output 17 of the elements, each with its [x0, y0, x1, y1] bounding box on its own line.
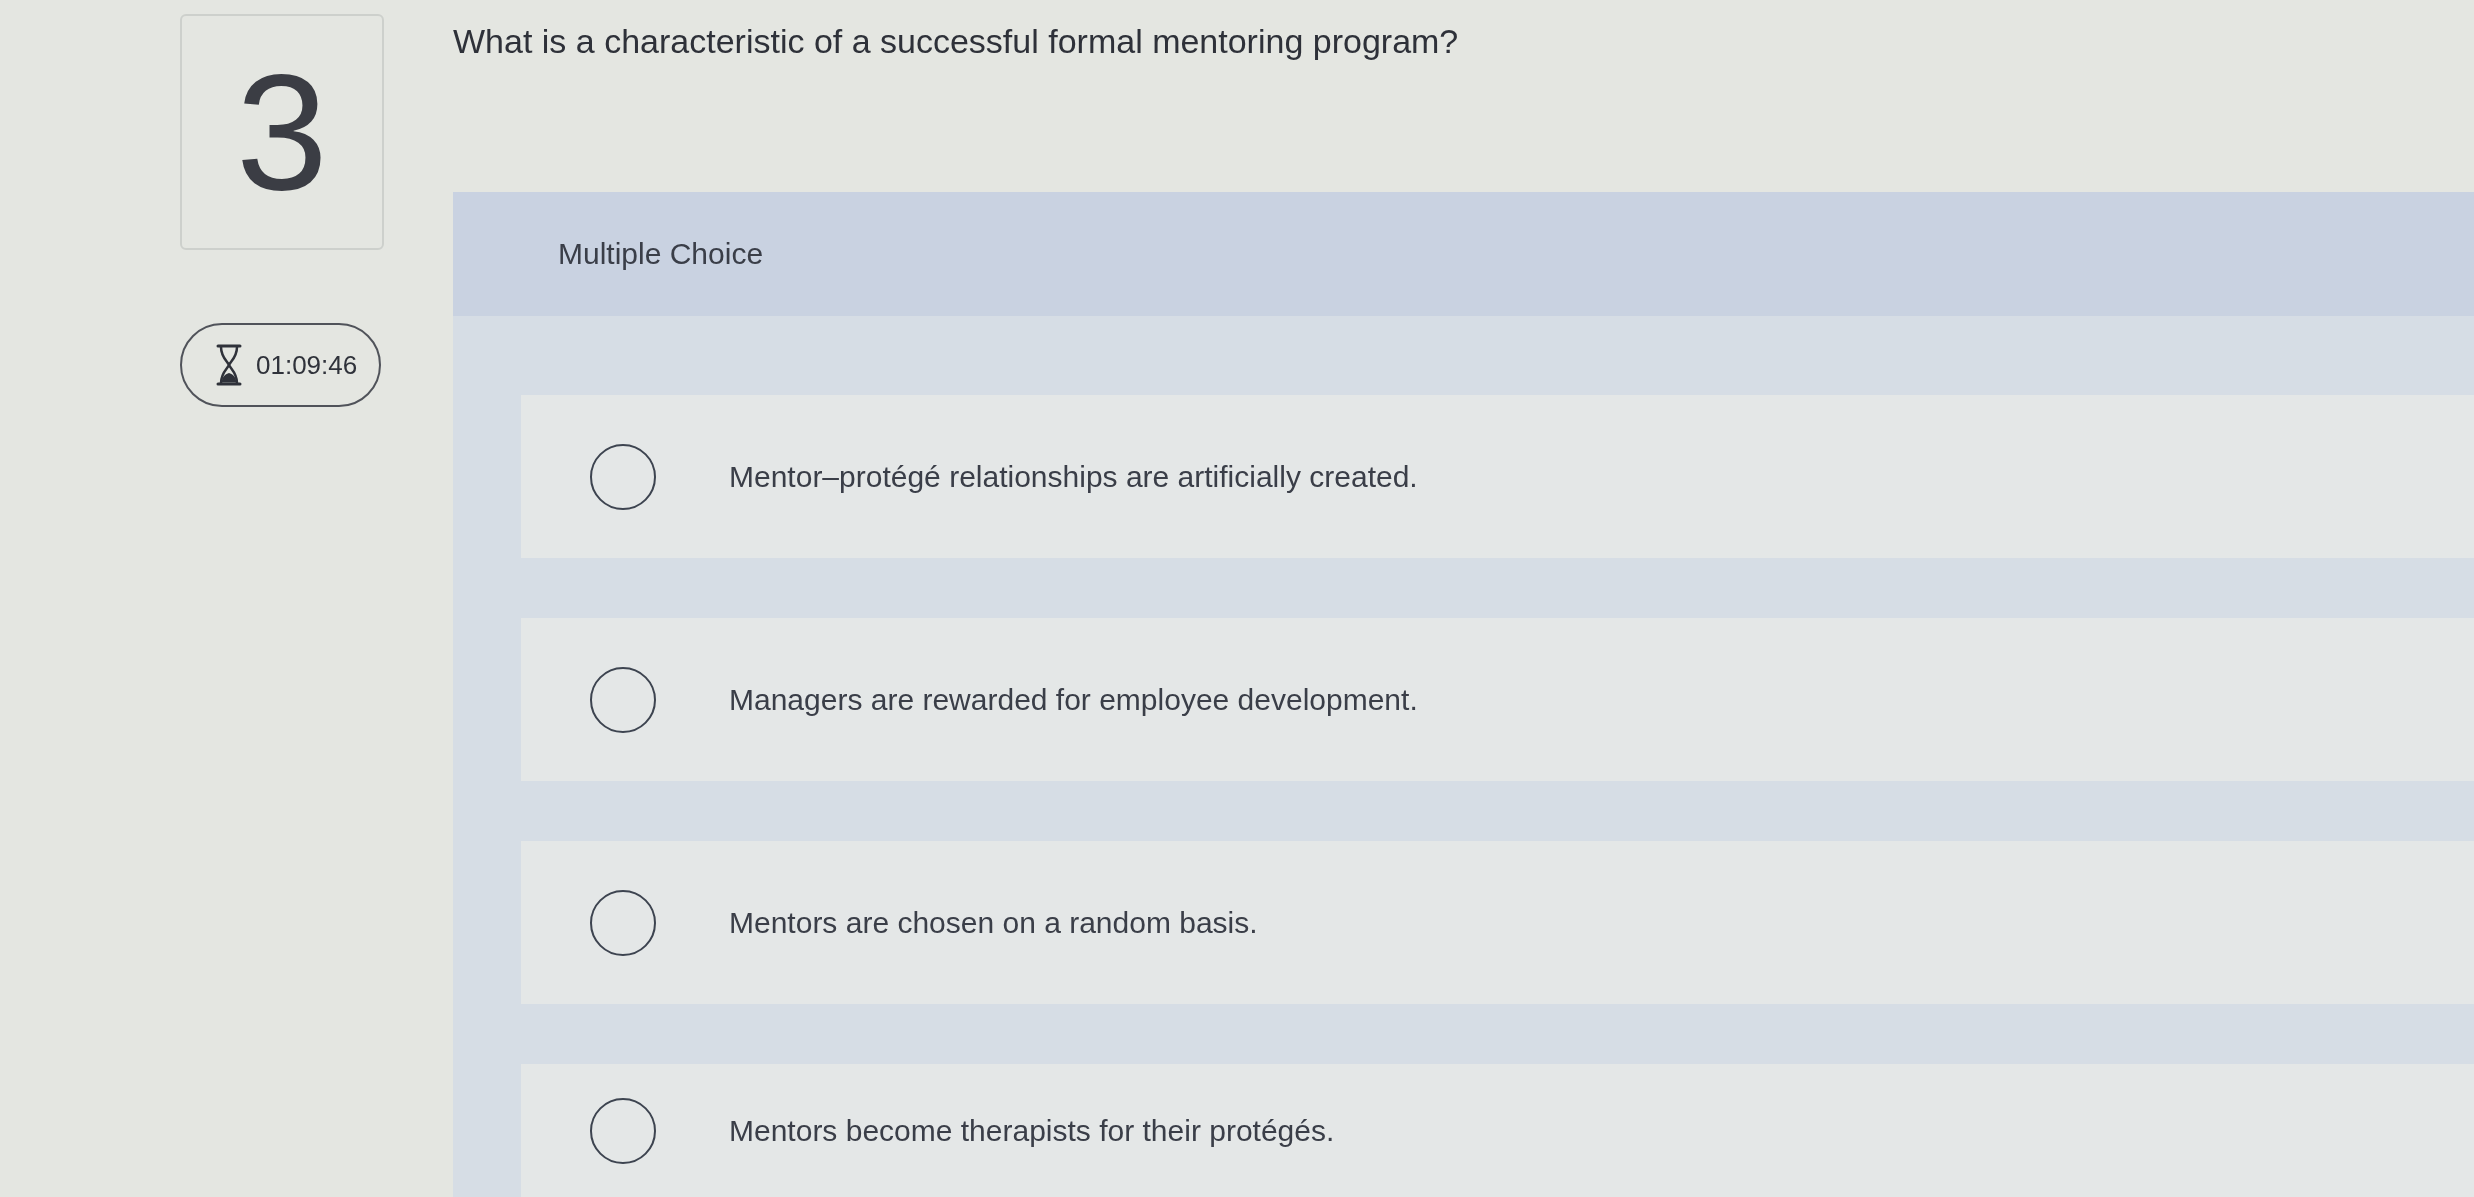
radio-button[interactable]: [590, 1097, 656, 1164]
answer-option[interactable]: Mentors become therapists for their protégés.: [521, 1064, 2474, 1197]
hourglass-icon: [216, 344, 242, 386]
option-text: Managers are rewarded for employee development.: [729, 682, 1418, 717]
answer-option[interactable]: Managers are rewarded for employee development.: [521, 618, 2474, 781]
timer-text: 01:09:46: [256, 349, 358, 381]
radio-button[interactable]: [590, 443, 656, 510]
option-text: Mentor–protégé relationships are artificially created.: [729, 459, 1418, 494]
option-text: Mentors become therapists for their protégés.: [729, 1113, 1335, 1148]
option-text: Mentors are chosen on a random basis.: [729, 905, 1258, 940]
answer-option[interactable]: Mentor–protégé relationships are artificially created.: [521, 395, 2474, 558]
question-text: What is a characteristic of a successful formal mentoring program?: [453, 22, 1459, 60]
radio-button[interactable]: [590, 889, 656, 956]
question-number: 3: [180, 14, 384, 250]
question-type-label: Multiple Choice: [558, 237, 764, 271]
radio-button[interactable]: [590, 666, 656, 733]
answer-option[interactable]: Mentors are chosen on a random basis.: [521, 841, 2474, 1004]
